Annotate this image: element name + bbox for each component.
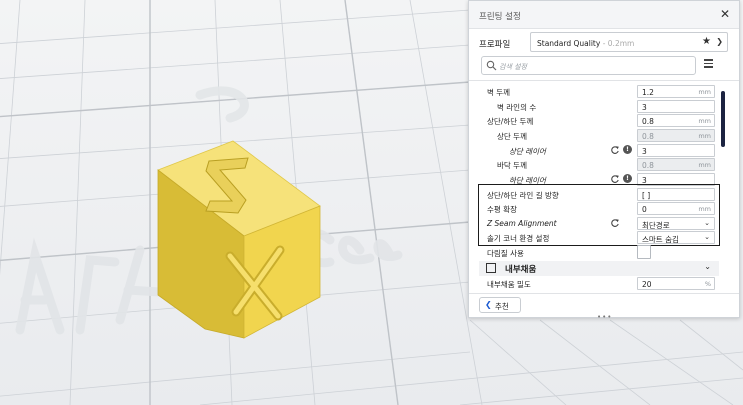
- recommended-label: 추천: [495, 302, 509, 311]
- search-icon: [486, 60, 497, 71]
- setting-ironing: 다림질 사용: [469, 245, 719, 260]
- setting-label: 솔기 코너 환경 설정: [487, 234, 550, 243]
- field-unit: %: [704, 280, 711, 288]
- field-value: 3: [642, 147, 647, 156]
- profile-sub: - 0.2mm: [600, 39, 635, 48]
- infill-icon: [486, 263, 496, 273]
- setting-label: 상단 레이어: [509, 147, 546, 156]
- setting-label: 상단 두께: [497, 132, 527, 141]
- wall-line-count-field[interactable]: 3: [637, 100, 715, 113]
- search-placeholder: 검색 설정: [499, 63, 527, 71]
- chevron-down-icon: ⌄: [704, 262, 711, 271]
- top-thickness-field[interactable]: 0.8 mm: [637, 129, 715, 142]
- ironing-checkbox[interactable]: [637, 245, 651, 259]
- line-directions-field[interactable]: [ ]: [637, 188, 715, 201]
- setting-top-layers: 상단 레이어 ! 3: [469, 143, 719, 158]
- chevron-down-icon: ⌄: [704, 233, 710, 241]
- profile-select[interactable]: Standard Quality - 0.2mm ★ ❯: [530, 32, 728, 52]
- reset-icon[interactable]: [610, 218, 620, 228]
- setting-label: 수평 확장: [487, 205, 517, 214]
- infill-density-field[interactable]: 20 %: [637, 277, 715, 290]
- field-value: 0.8: [642, 132, 654, 141]
- setting-z-seam-alignment: Z Seam Alignment 최단경로 ⌄: [469, 216, 719, 231]
- settings-menu-icon[interactable]: [704, 59, 713, 68]
- setting-label: 내부채움 밀도: [487, 280, 531, 289]
- field-unit: mm: [698, 88, 711, 96]
- field-value: 20: [642, 280, 652, 289]
- setting-infill-density: 내부채움 밀도 20 %: [469, 276, 719, 291]
- setting-label: Z Seam Alignment: [487, 219, 557, 228]
- chevron-left-icon: ❮: [485, 300, 492, 309]
- field-unit: mm: [698, 117, 711, 125]
- search-input[interactable]: 검색 설정: [481, 56, 696, 75]
- setting-wall-thickness: 벽 두께 1.2 mm: [469, 84, 719, 99]
- field-value: 3: [642, 103, 647, 112]
- setting-bottom-thickness: 바닥 두께 0.8 mm: [469, 157, 719, 172]
- settings-scrollbar[interactable]: [721, 91, 725, 147]
- chevron-down-icon[interactable]: ❯: [716, 37, 723, 46]
- recommended-button[interactable]: ❮ 추천: [479, 297, 521, 313]
- field-value: 1.2: [642, 88, 654, 97]
- z-seam-alignment-select[interactable]: 최단경로 ⌄: [637, 217, 715, 230]
- setting-top-bottom-line-directions: 상단/하단 라인 길 방향 [ ]: [469, 187, 719, 202]
- field-unit: mm: [698, 205, 711, 213]
- resize-handle[interactable]: •••: [597, 313, 612, 321]
- setting-wall-line-count: 벽 라인의 수 3: [469, 99, 719, 114]
- field-unit: mm: [698, 132, 711, 140]
- field-value: 0.8: [642, 161, 654, 170]
- setting-top-bottom-thickness: 상단/하단 두께 0.8 mm: [469, 113, 719, 128]
- setting-label: 벽 두께: [487, 88, 511, 97]
- top-layers-field[interactable]: 3: [637, 144, 715, 157]
- setting-seam-corner-preference: 솔기 코너 환경 설정 스마트 숨김 ⌄: [469, 230, 719, 245]
- panel-header: 프린팅 설정 ✕: [469, 1, 739, 29]
- print-settings-panel: 프린팅 설정 ✕ 프로파일 Standard Quality - 0.2mm ★…: [468, 0, 740, 321]
- bottom-thickness-field[interactable]: 0.8 mm: [637, 158, 715, 171]
- seam-corner-preference-select[interactable]: 스마트 숨김 ⌄: [637, 231, 715, 244]
- setting-horizontal-expansion: 수평 확장 0 mm: [469, 201, 719, 216]
- profile-label: 프로파일: [479, 40, 511, 50]
- info-icon[interactable]: !: [623, 174, 632, 183]
- chevron-down-icon: ⌄: [704, 219, 710, 227]
- divider: [469, 293, 739, 294]
- profile-name: Standard Quality - 0.2mm: [537, 39, 635, 48]
- field-unit: mm: [698, 161, 711, 169]
- divider: [469, 80, 739, 81]
- wall-thickness-field[interactable]: 1.2 mm: [637, 85, 715, 98]
- reset-icon[interactable]: [610, 145, 620, 155]
- field-value: 0.8: [642, 117, 654, 126]
- info-icon[interactable]: !: [623, 145, 632, 154]
- top-bottom-thickness-field[interactable]: 0.8 mm: [637, 114, 715, 127]
- setting-label: 바닥 두께: [497, 161, 527, 170]
- setting-label: 벽 라인의 수: [497, 103, 537, 112]
- setting-label: 상단/하단 두께: [487, 117, 534, 126]
- setting-label: 다림질 사용: [487, 249, 524, 258]
- horizontal-expansion-field[interactable]: 0 mm: [637, 202, 715, 215]
- close-icon[interactable]: ✕: [720, 7, 730, 21]
- field-value: 스마트 숨김: [642, 235, 679, 244]
- field-value: 0: [642, 205, 647, 214]
- panel-title: 프린팅 설정: [479, 12, 521, 22]
- category-label: 내부채움: [505, 265, 537, 275]
- reset-icon[interactable]: [610, 174, 620, 184]
- field-value: [ ]: [642, 191, 651, 200]
- setting-label: 상단/하단 라인 길 방향: [487, 191, 559, 200]
- setting-top-thickness: 상단 두께 0.8 mm: [469, 128, 719, 143]
- favorite-star-icon[interactable]: ★: [702, 36, 711, 47]
- category-infill[interactable]: 내부채움 ⌄: [479, 261, 719, 276]
